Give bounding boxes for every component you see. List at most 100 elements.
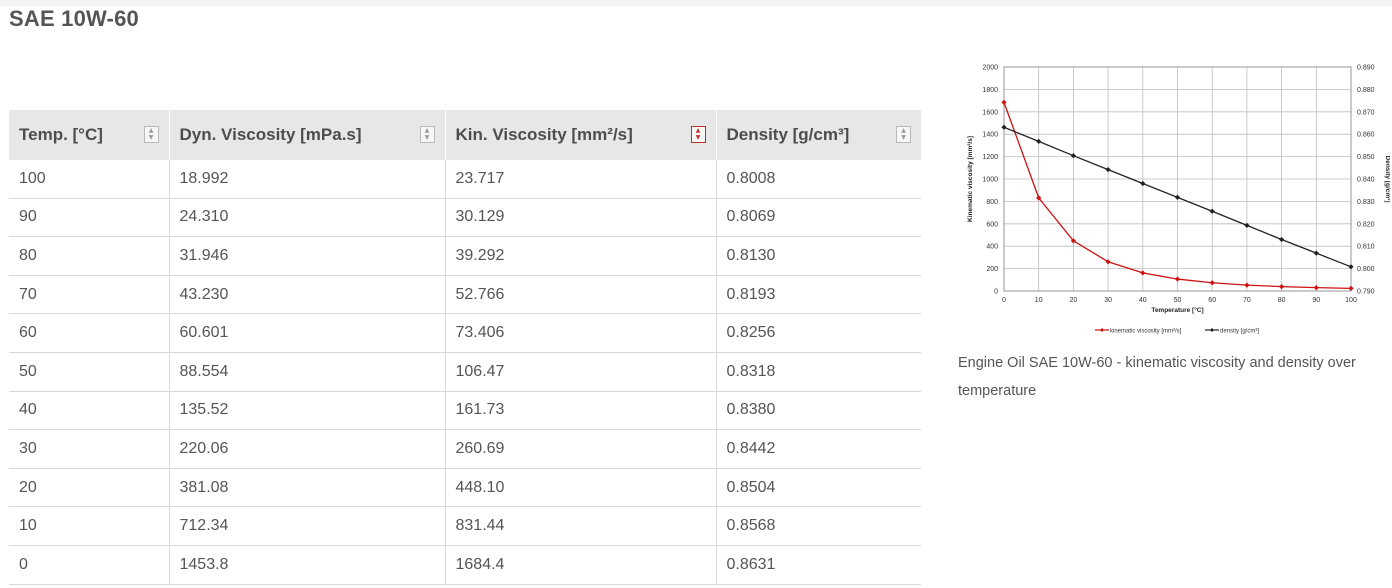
legend-marker-1: [1210, 328, 1214, 332]
series-0-point: [1174, 276, 1181, 282]
table-cell: 100: [9, 160, 170, 199]
table-row: 10 712.34 831.44 0.8568: [9, 506, 921, 546]
table-cell: 1684.4: [445, 545, 717, 585]
table-row: 30 220.06 260.69 0.8442: [9, 429, 921, 469]
table-cell: 73.406: [445, 313, 717, 353]
x-tick-label: 10: [1035, 297, 1043, 304]
data-table-container: Temp. [°C] ▲ ▼ Dyn. Viscosity [mPa.s] ▲ ▼ Kin.…: [9, 110, 921, 585]
table-cell: 88.554: [169, 352, 446, 392]
column-header-label: Dyn. Viscosity [mPa.s]: [179, 125, 362, 144]
table-cell: 161.73: [445, 391, 717, 431]
x-tick-label: 50: [1174, 297, 1182, 304]
table-cell: 50: [9, 352, 170, 392]
column-header-0[interactable]: Temp. [°C] ▲ ▼: [9, 110, 170, 160]
sort-icon[interactable]: ▲ ▼: [419, 126, 435, 143]
table-row: 40 135.52 161.73 0.8380: [9, 391, 921, 431]
table-cell: 0.8631: [716, 545, 921, 585]
table-row: 0 1453.8 1684.4 0.8631: [9, 545, 921, 585]
chart: 0 200 400 600 800 1000 1200 1400 1600 1800 2000 0.7…: [955, 58, 1391, 343]
table-row: 90 24.310 30.129 0.8069: [9, 198, 921, 238]
y-tick-label: 400: [986, 244, 998, 251]
y-tick-label: 1000: [982, 177, 998, 184]
sort-icon[interactable]: ▲ ▼: [690, 126, 706, 143]
table-cell: 60: [9, 313, 170, 353]
table-cell: 0.8380: [716, 391, 921, 431]
series-1-point: [1105, 166, 1111, 173]
y2-tick-label: 0.840: [1357, 177, 1375, 184]
series-1-point: [1140, 180, 1146, 187]
table-cell: 52.766: [445, 275, 717, 315]
chart-svg: 02004006008001000120014001600180020000.7…: [967, 65, 1391, 335]
x-tick-label: 100: [1345, 297, 1357, 304]
x-tick-label: 40: [1139, 297, 1147, 304]
series-1-point: [1279, 236, 1285, 243]
legend-label-1: density [g/cm³]: [1220, 329, 1259, 335]
column-header-3[interactable]: Density [g/cm³] ▲ ▼: [716, 110, 921, 160]
table-cell: 448.10: [445, 468, 717, 508]
table-cell: 0.8069: [716, 198, 921, 238]
table-cell: 0.8193: [716, 275, 921, 315]
y-tick-label: 1600: [982, 109, 998, 116]
sort-icon[interactable]: ▲ ▼: [896, 126, 911, 143]
x-axis-label: Temperature [°C]: [1151, 306, 1203, 314]
series-0-point: [1001, 99, 1007, 105]
table-cell: 90: [9, 198, 170, 238]
table-cell: 0.8568: [716, 506, 921, 546]
column-header-label: Density [g/cm³]: [726, 125, 850, 144]
table-cell: 43.230: [169, 275, 446, 315]
table-cell: 712.34: [169, 506, 446, 546]
table-cell: 0.8256: [716, 313, 921, 353]
y2-tick-label: 0.790: [1357, 289, 1375, 296]
x-tick-label: 0: [1002, 297, 1006, 304]
column-header-2[interactable]: Kin. Viscosity [mm²/s] ▲ ▼: [445, 110, 717, 160]
table-cell: 70: [9, 275, 170, 315]
x-tick-label: 90: [1312, 297, 1320, 304]
y2-tick-label: 0.860: [1357, 132, 1375, 139]
series-1-point: [1313, 250, 1319, 256]
table-row: 80 31.946 39.292 0.8130: [9, 236, 921, 276]
table-cell: 30.129: [445, 198, 717, 238]
table-cell: 23.717: [445, 160, 717, 199]
table-cell: 60.601: [169, 313, 446, 353]
table-cell: 0.8504: [716, 468, 921, 508]
table-cell: 220.06: [169, 429, 446, 469]
table-cell: 30: [9, 429, 170, 469]
chart-caption: Engine Oil SAE 10W-60 - kinematic viscos…: [958, 355, 1356, 399]
series-1-point: [1001, 124, 1007, 130]
table-cell: 106.47: [445, 352, 717, 392]
y2-tick-label: 0.810: [1357, 244, 1375, 251]
table-cell: 80: [9, 236, 170, 276]
table-cell: 0.8130: [716, 236, 921, 276]
table-cell: 135.52: [169, 391, 446, 431]
y2-tick-label: 0.850: [1357, 154, 1375, 161]
y-tick-label: 600: [986, 221, 998, 228]
table-row: 100 18.992 23.717 0.8008: [9, 160, 921, 199]
table-cell: 0.8442: [716, 429, 921, 469]
series-0-point: [1279, 283, 1285, 290]
table-body: 100 18.992 23.717 0.8008 90 24.310 30.129 0.806…: [9, 160, 921, 585]
x-tick-label: 70: [1243, 297, 1251, 304]
y-tick-label: 1400: [982, 132, 998, 139]
x-tick-label: 20: [1070, 297, 1078, 304]
table-row: 60 60.601 73.406 0.8256: [9, 313, 921, 353]
top-band: [0, 0, 1392, 6]
y2-tick-label: 0.890: [1357, 65, 1375, 72]
column-header-label: Temp. [°C]: [19, 125, 103, 144]
table-cell: 0.8318: [716, 352, 921, 392]
y2-tick-label: 0.800: [1357, 266, 1375, 273]
table-cell: 24.310: [169, 198, 446, 238]
table-cell: 20: [9, 468, 170, 508]
table-cell: 31.946: [169, 236, 446, 276]
data-table: Temp. [°C] ▲ ▼ Dyn. Viscosity [mPa.s] ▲ ▼ Kin.…: [9, 110, 921, 585]
column-header-1[interactable]: Dyn. Viscosity [mPa.s] ▲ ▼: [169, 110, 446, 160]
y2-tick-label: 0.820: [1357, 221, 1375, 228]
table-cell: 1453.8: [169, 545, 446, 585]
table-cell: 0: [9, 545, 170, 585]
y2-axis-label: Density [g/cm³]: [1384, 156, 1390, 203]
sort-icon[interactable]: ▲ ▼: [143, 126, 159, 143]
y2-tick-label: 0.880: [1357, 87, 1375, 94]
table-cell: 40: [9, 391, 170, 431]
series-1-point: [1036, 138, 1042, 144]
y-tick-label: 1200: [982, 154, 998, 161]
y-tick-label: 200: [986, 266, 998, 273]
